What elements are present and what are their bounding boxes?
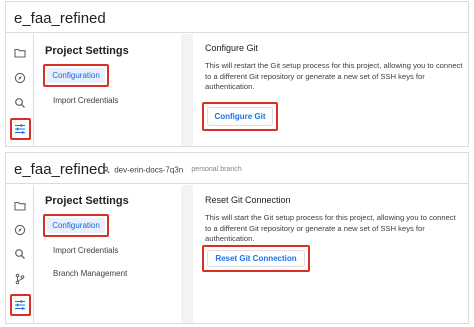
configure-git-button[interactable]: Configure Git	[207, 107, 273, 126]
settings-menu: Project Settings Configuration Import Cr…	[35, 185, 181, 323]
reset-git-connection-button[interactable]: Reset Git Connection	[207, 250, 305, 267]
menu-item-branch-management[interactable]: Branch Management	[53, 269, 127, 278]
compass-icon[interactable]	[13, 71, 27, 85]
button-highlight: Configure Git	[202, 102, 278, 131]
title-bar: e_faa_refined	[6, 2, 468, 33]
settings-menu: Project Settings Configuration Import Cr…	[35, 34, 181, 146]
project-title: e_faa_refined	[14, 10, 106, 27]
configuration-highlight: Configuration	[43, 214, 109, 237]
folder-icon[interactable]	[13, 46, 27, 60]
branch-name[interactable]: dev-erin-docs-7q3n	[114, 165, 183, 174]
search-icon[interactable]	[13, 247, 27, 261]
section-description: This will start the Git setup process fo…	[205, 213, 456, 243]
git-branch-icon[interactable]	[13, 272, 27, 286]
reset-git-section: Reset Git Connection This will start the…	[193, 185, 468, 323]
menu-item-configuration[interactable]: Configuration	[47, 68, 105, 83]
person-icon	[102, 166, 110, 174]
section-title: Configure Git	[205, 43, 259, 53]
project-settings-panel-1: e_faa_refined Project Settings Configura…	[5, 1, 469, 147]
nav-rail	[6, 185, 34, 323]
section-description: This will restart the Git setup process …	[205, 61, 463, 91]
project-title: e_faa_refined	[14, 161, 106, 178]
configure-git-section: Configure Git This will restart the Git …	[193, 34, 468, 146]
configuration-highlight: Configuration	[43, 64, 109, 87]
section-title: Reset Git Connection	[205, 195, 291, 205]
settings-title: Project Settings	[45, 45, 129, 57]
title-bar: e_faa_refined dev-erin-docs-7q3n persona…	[6, 153, 468, 184]
panel-gutter	[181, 185, 193, 323]
folder-icon[interactable]	[13, 199, 27, 213]
branch-tag: personal branch	[191, 166, 242, 174]
compass-icon[interactable]	[13, 223, 27, 237]
nav-rail	[6, 34, 34, 146]
menu-item-import-credentials[interactable]: Import Credentials	[53, 96, 118, 105]
settings-sliders-icon[interactable]	[13, 298, 27, 312]
menu-item-import-credentials[interactable]: Import Credentials	[53, 246, 118, 255]
branch-info: dev-erin-docs-7q3n personal branch	[102, 165, 242, 174]
menu-item-configuration[interactable]: Configuration	[47, 218, 105, 233]
button-highlight: Reset Git Connection	[202, 245, 310, 272]
search-icon[interactable]	[13, 96, 27, 110]
settings-sliders-icon[interactable]	[13, 122, 27, 136]
panel-gutter	[181, 34, 193, 146]
settings-title: Project Settings	[45, 195, 129, 207]
project-settings-panel-2: e_faa_refined dev-erin-docs-7q3n persona…	[5, 152, 469, 324]
